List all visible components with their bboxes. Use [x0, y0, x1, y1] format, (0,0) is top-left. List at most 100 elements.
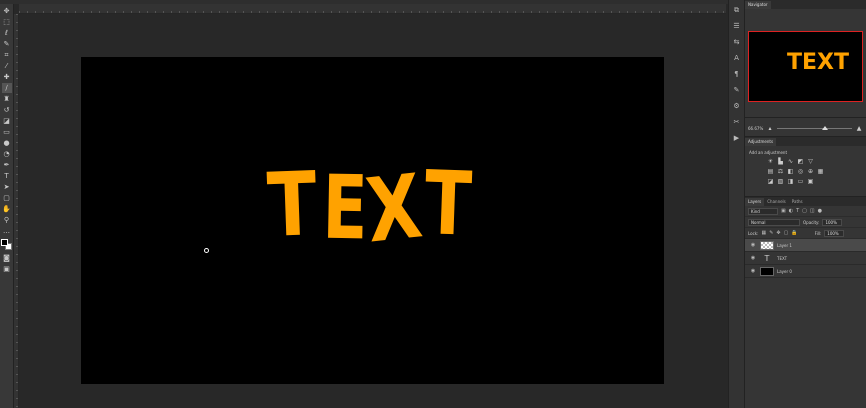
selective-color-icon[interactable]: ▣: [807, 178, 814, 185]
tool-presets-icon[interactable]: ✂: [731, 116, 743, 128]
tab-navigator[interactable]: Navigator: [745, 1, 771, 9]
curves-icon[interactable]: ∿: [787, 158, 794, 165]
layers-panel: Layers Channels Paths Kind ▣ ◐ T ▢ ◫ ● N…: [745, 196, 866, 408]
layer-row-text[interactable]: ◉ T TEXT: [745, 252, 866, 265]
zoom-value[interactable]: 66.67%: [748, 126, 766, 131]
brush-cursor: [204, 248, 209, 253]
screen-mode-icon[interactable]: ▣: [2, 264, 12, 274]
path-select-icon[interactable]: ➤: [2, 182, 12, 192]
levels-icon[interactable]: ▙: [777, 158, 784, 165]
character-icon[interactable]: A: [731, 52, 743, 64]
brightness-icon[interactable]: ☀: [767, 158, 774, 165]
paragraph-icon[interactable]: ¶: [731, 68, 743, 80]
navigator-panel: Navigator TEXT: [745, 0, 866, 118]
opacity-label: Opacity:: [803, 219, 820, 225]
adjust-icon[interactable]: ⇆: [731, 36, 743, 48]
threshold-icon[interactable]: ◨: [787, 178, 794, 185]
lasso-icon[interactable]: ℓ: [2, 28, 12, 38]
text-layer-icon: T: [764, 253, 770, 263]
quick-mask-icon[interactable]: ◙: [2, 253, 12, 263]
canvas-letter-t2: T: [422, 151, 474, 256]
tab-channels[interactable]: Channels: [764, 198, 789, 206]
tab-layers[interactable]: Layers: [745, 198, 765, 206]
eyedropper-icon[interactable]: ⁄: [2, 61, 12, 71]
history-icon[interactable]: ⧉: [731, 4, 743, 16]
zoom-in-icon[interactable]: ▲: [855, 125, 863, 132]
color-balance-icon[interactable]: ⚖: [777, 168, 784, 175]
tools-panel: ✥ ⬚ ℓ ✎ ⌗ ⁄ ✚ ∕ ♜ ↺ ◪ ▭ ● ◔ ✒ T ➤ ▢ ✋ ⚲ …: [0, 4, 14, 408]
blur-icon[interactable]: ●: [2, 138, 12, 148]
stamp-icon[interactable]: ♜: [2, 94, 12, 104]
eraser-icon[interactable]: ◪: [2, 116, 12, 126]
hue-saturation-icon[interactable]: ▤: [767, 168, 774, 175]
vibrance-icon[interactable]: ▽: [807, 158, 814, 165]
move-icon[interactable]: ✥: [2, 6, 12, 16]
visibility-eye-icon[interactable]: ◉: [749, 255, 757, 261]
filter-shape-icon[interactable]: ▢: [802, 208, 807, 214]
color-lookup-icon[interactable]: ▦: [817, 168, 824, 175]
lock-artboard-icon[interactable]: ▢: [784, 230, 789, 236]
zoom-slider[interactable]: [777, 125, 852, 130]
shape-icon[interactable]: ▢: [2, 193, 12, 203]
filter-pixel-icon[interactable]: ▣: [781, 208, 786, 214]
visibility-eye-icon[interactable]: ◉: [749, 268, 757, 274]
brush-settings-icon[interactable]: ✎: [731, 84, 743, 96]
lock-all-icon[interactable]: 🔒: [791, 230, 797, 236]
filter-adjustment-icon[interactable]: ◐: [789, 208, 793, 214]
layer-name[interactable]: Layer 1: [777, 243, 792, 248]
invert-icon[interactable]: ◪: [767, 178, 774, 185]
hand-icon[interactable]: ✋: [2, 204, 12, 214]
layer-name[interactable]: Layer 0: [777, 269, 792, 274]
adjustments-panel: Adjustments Add an adjustment ☀ ▙ ∿ ◩ ▽ …: [745, 136, 866, 196]
clone-source-icon[interactable]: ⚙: [731, 100, 743, 112]
visibility-eye-icon[interactable]: ◉: [749, 242, 757, 248]
navigator-thumb-text: TEXT: [787, 50, 850, 75]
lock-position-icon[interactable]: ✥: [776, 230, 780, 236]
crop-icon[interactable]: ⌗: [2, 50, 12, 60]
layer-row-layer-1[interactable]: ◉ Layer 1: [745, 239, 866, 252]
document-workspace[interactable]: T E X T: [19, 14, 726, 408]
document-canvas[interactable]: T E X T: [81, 57, 664, 384]
ruler-horizontal: [19, 4, 726, 14]
filter-toggle-icon[interactable]: ●: [818, 208, 822, 214]
canvas-letter-x: X: [361, 154, 427, 263]
tab-paths[interactable]: Paths: [789, 198, 806, 206]
lock-image-icon[interactable]: ✎: [769, 230, 773, 236]
more-icon[interactable]: …: [2, 226, 12, 236]
zoom-slider-knob[interactable]: [822, 125, 828, 130]
actions-icon[interactable]: ▶: [731, 132, 743, 144]
tab-adjustments[interactable]: Adjustments: [745, 138, 777, 146]
photo-filter-icon[interactable]: ◎: [797, 168, 804, 175]
channel-mixer-icon[interactable]: ⊕: [807, 168, 814, 175]
pen-icon[interactable]: ✒: [2, 160, 12, 170]
layer-filter-select[interactable]: Kind: [748, 207, 778, 215]
dodge-icon[interactable]: ◔: [2, 149, 12, 159]
posterize-icon[interactable]: ▧: [777, 178, 784, 185]
gradient-map-icon[interactable]: ▭: [797, 178, 804, 185]
layer-row-layer-0[interactable]: ◉ Layer 0: [745, 265, 866, 278]
panels-column: Navigator TEXT 66.67% ▴ ▲ Adjustments Ad…: [745, 0, 866, 408]
zoom-icon[interactable]: ⚲: [2, 215, 12, 225]
history-brush-icon[interactable]: ↺: [2, 105, 12, 115]
opacity-input[interactable]: 100%: [822, 218, 843, 226]
lock-transparent-icon[interactable]: ▦: [761, 230, 766, 236]
quick-select-icon[interactable]: ✎: [2, 39, 12, 49]
healing-icon[interactable]: ✚: [2, 72, 12, 82]
marquee-icon[interactable]: ⬚: [2, 17, 12, 27]
exposure-icon[interactable]: ◩: [797, 158, 804, 165]
black-white-icon[interactable]: ◧: [787, 168, 794, 175]
properties-icon[interactable]: ☰: [731, 20, 743, 32]
type-icon[interactable]: T: [2, 171, 12, 181]
canvas-letter-t1: T: [265, 152, 319, 257]
navigator-thumbnail[interactable]: TEXT: [748, 31, 863, 102]
color-swatches[interactable]: [0, 239, 13, 251]
foreground-color[interactable]: [0, 239, 8, 246]
blend-mode-select[interactable]: Normal: [748, 218, 800, 226]
gradient-icon[interactable]: ▭: [2, 127, 12, 137]
filter-smart-icon[interactable]: ◫: [810, 208, 815, 214]
zoom-out-icon[interactable]: ▴: [766, 125, 774, 132]
filter-type-icon[interactable]: T: [796, 208, 799, 214]
layer-name[interactable]: TEXT: [777, 256, 787, 261]
brush-icon[interactable]: ∕: [1, 83, 12, 93]
fill-input[interactable]: 100%: [824, 229, 845, 237]
